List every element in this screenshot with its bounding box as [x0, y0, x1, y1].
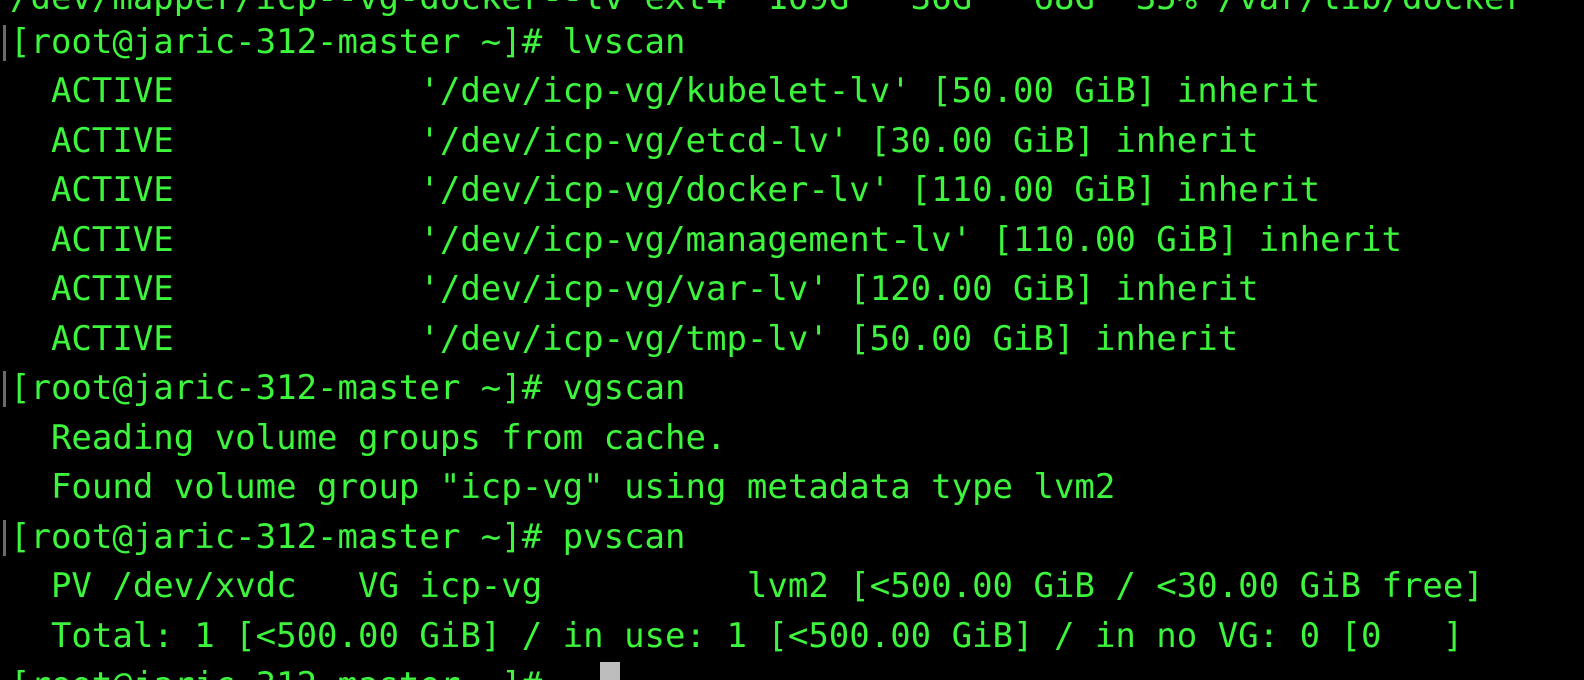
text-cursor: [600, 662, 620, 680]
terminal-window[interactable]: /dev/mapper/icp--vg-docker--lv ext4 109G…: [0, 0, 1584, 680]
terminal-line-vgscan-found: Found volume group "icp-vg" using metada…: [10, 467, 1116, 507]
terminal-line-lv-management: ACTIVE '/dev/icp-vg/management-lv' [110.…: [10, 219, 1402, 260]
terminal-line-prompt-pvscan: [root@jaric-312-master ~]# pvscan: [10, 516, 686, 557]
terminal-line-prompt-lvscan: [root@jaric-312-master ~]# lvscan: [10, 21, 686, 62]
prompt-marker: [3, 25, 6, 61]
terminal-line-lv-etcd: ACTIVE '/dev/icp-vg/etcd-lv' [30.00 GiB]…: [10, 120, 1259, 161]
terminal-line-pvscan-pv: PV /dev/xvdc VG icp-vg lvm2 [<500.00 GiB…: [10, 566, 1484, 606]
prompt-marker: [3, 520, 6, 556]
terminal-line-lv-var: ACTIVE '/dev/icp-vg/var-lv' [120.00 GiB]…: [10, 269, 1259, 309]
terminal-line-lv-docker: ACTIVE '/dev/icp-vg/docker-lv' [110.00 G…: [10, 170, 1321, 210]
prompt-marker: [3, 371, 6, 407]
terminal-line-current-prompt[interactable]: [root@jaric-312-master ~]#: [10, 661, 563, 680]
terminal-line-lv-tmp: ACTIVE '/dev/icp-vg/tmp-lv' [50.00 GiB] …: [10, 318, 1239, 359]
terminal-line-lv-kubelet: ACTIVE '/dev/icp-vg/kubelet-lv' [50.00 G…: [10, 71, 1321, 111]
terminal-line-vgscan-reading: Reading volume groups from cache.: [10, 417, 727, 458]
terminal-line-pvscan-total: Total: 1 [<500.00 GiB] / in use: 1 [<500…: [10, 615, 1464, 656]
terminal-line-prompt-vgscan: [root@jaric-312-master ~]# vgscan: [10, 368, 686, 408]
